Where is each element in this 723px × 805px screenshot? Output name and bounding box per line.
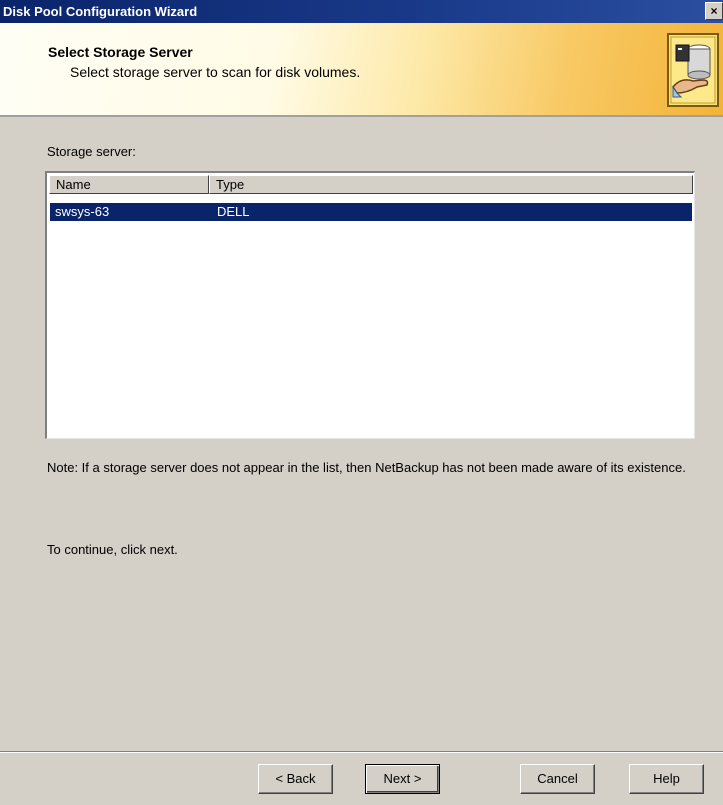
server-name: swsys-63 xyxy=(55,204,110,219)
title-bar: Disk Pool Configuration Wizard × xyxy=(0,0,723,23)
close-button[interactable]: × xyxy=(705,2,723,20)
next-button[interactable]: Next > xyxy=(365,764,440,794)
storage-server-hand-icon xyxy=(667,33,719,107)
window-title: Disk Pool Configuration Wizard xyxy=(3,4,198,19)
close-icon: × xyxy=(710,4,718,18)
column-header-name[interactable]: Name xyxy=(49,175,209,194)
help-button[interactable]: Help xyxy=(629,764,704,794)
list-item[interactable]: swsys-63 DELL xyxy=(50,203,692,221)
storage-server-label: Storage server: xyxy=(47,144,136,159)
page-subtitle: Select storage server to scan for disk v… xyxy=(70,64,361,80)
column-header-type[interactable]: Type xyxy=(209,175,693,194)
wizard-header: Select Storage Server Select storage ser… xyxy=(0,23,723,117)
back-button[interactable]: < Back xyxy=(258,764,333,794)
cancel-button[interactable]: Cancel xyxy=(520,764,595,794)
page-title: Select Storage Server xyxy=(48,44,193,60)
server-type: DELL xyxy=(217,204,250,219)
footer-divider xyxy=(0,751,723,753)
note-text: Note: If a storage server does not appea… xyxy=(47,460,686,475)
storage-server-list[interactable]: Name Type swsys-63 DELL xyxy=(45,171,695,439)
continue-text: To continue, click next. xyxy=(47,542,178,557)
